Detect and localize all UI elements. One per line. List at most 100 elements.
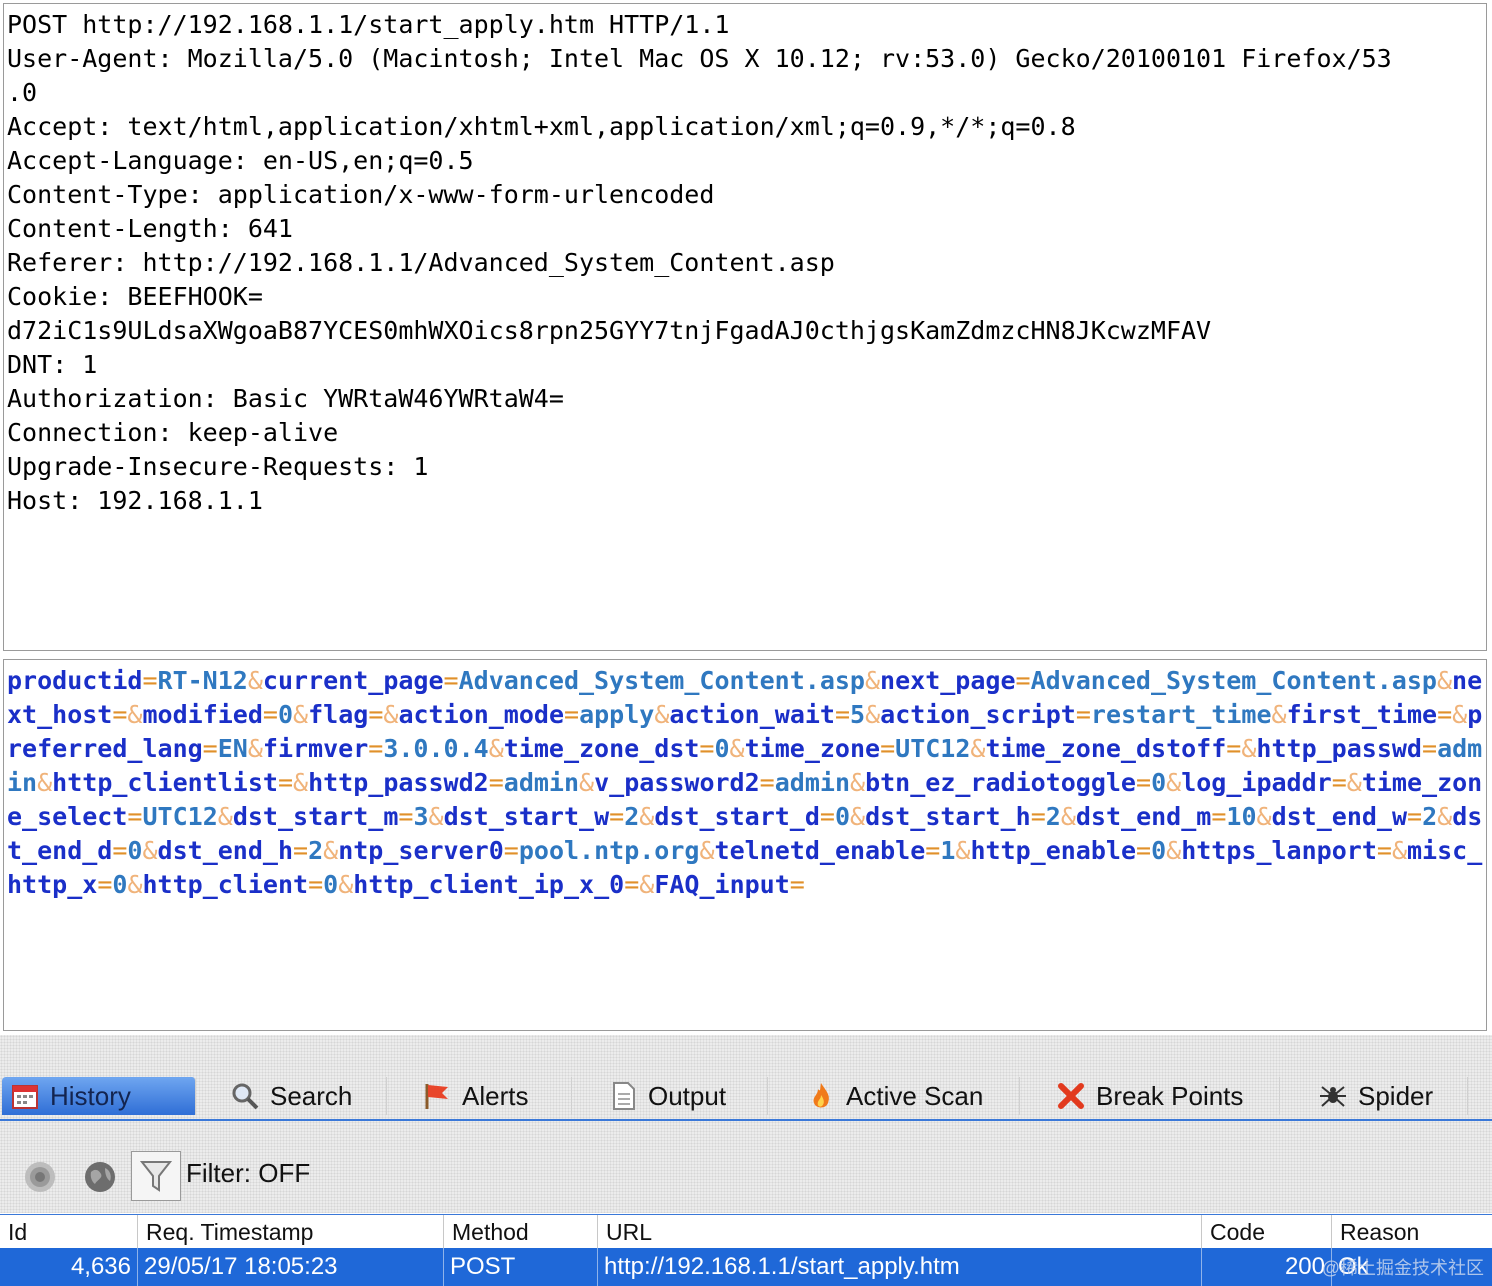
header-line: Content-Type: application/x-www-form-url… <box>7 180 715 209</box>
tab-spider[interactable]: Spider <box>1310 1077 1468 1115</box>
header-line: Upgrade-Insecure-Requests: 1 <box>7 452 429 481</box>
param-separator: & <box>488 734 504 763</box>
param-equals: = <box>1422 734 1438 763</box>
header-line: Connection: keep-alive <box>7 418 339 447</box>
header-line: Cookie: BEEFHOOK= <box>7 282 263 311</box>
param-separator: & <box>850 802 866 831</box>
request-body-pane[interactable]: productid=RT-N12&current_page=Advanced_S… <box>3 659 1487 1031</box>
param-key: dst_end_m <box>1075 802 1212 831</box>
param-equals: = <box>1136 836 1152 865</box>
param-value: 5 <box>850 700 866 729</box>
param-value: 2 <box>1045 802 1061 831</box>
param-value: EN <box>217 734 248 763</box>
param-value: 3 <box>413 802 429 831</box>
tab-search[interactable]: Search <box>222 1077 387 1115</box>
param-equals: = <box>142 666 158 695</box>
column-header-url[interactable]: URL <box>598 1215 1202 1249</box>
param-separator: & <box>864 666 881 695</box>
param-separator: & <box>970 734 986 763</box>
param-value: 0 <box>834 802 851 831</box>
param-equals: = <box>789 870 805 899</box>
param-equals: = <box>398 802 414 831</box>
param-value: 0 <box>1151 768 1167 797</box>
param-value: UTC12 <box>142 802 218 831</box>
tab-history[interactable]: History <box>2 1077 196 1115</box>
globe-icon[interactable] <box>83 1160 117 1194</box>
param-value: 0 <box>112 870 128 899</box>
param-key: dst_start_d <box>654 802 820 831</box>
param-equals: = <box>564 700 580 729</box>
tab-output[interactable]: Output <box>600 1077 768 1115</box>
param-equals: = <box>1030 802 1046 831</box>
param-value: apply <box>579 700 655 729</box>
param-value: Advanced_System_Content.asp <box>458 666 865 695</box>
tab-history-label: History <box>50 1080 131 1111</box>
param-value: 0 <box>1151 836 1167 865</box>
target-icon[interactable] <box>23 1160 57 1194</box>
param-equals: = <box>262 700 278 729</box>
param-equals: = <box>1331 768 1347 797</box>
param-equals: = <box>443 666 459 695</box>
param-key: next_page <box>880 666 1016 695</box>
param-equals: = <box>112 836 128 865</box>
param-key: current_page <box>262 666 444 695</box>
param-key: dst_start_w <box>443 802 610 831</box>
header-line: Referer: http://192.168.1.1/Advanced_Sys… <box>7 248 835 277</box>
column-header-code[interactable]: Code <box>1202 1215 1332 1249</box>
param-equals: = <box>624 870 640 899</box>
param-value: 10 <box>1226 802 1257 831</box>
param-key: http_passwd2 <box>308 768 489 797</box>
tab-active-scan-label: Active Scan <box>846 1080 984 1111</box>
param-equals: = <box>97 870 113 899</box>
param-key: time_zone_dst <box>503 734 700 763</box>
param-key: dst_end_h <box>157 836 294 865</box>
param-separator: & <box>1166 836 1182 865</box>
param-key: https_lanport <box>1181 836 1377 865</box>
tab-alerts[interactable]: Alerts <box>414 1077 572 1115</box>
param-equals: = <box>1376 836 1392 865</box>
param-key: http_client_ip_x_0 <box>353 870 625 899</box>
tab-break-points[interactable]: Break Points <box>1048 1077 1280 1115</box>
param-separator: & <box>579 768 595 797</box>
param-separator: & <box>323 836 339 865</box>
calendar-icon <box>10 1081 40 1111</box>
column-header-timestamp[interactable]: Req. Timestamp <box>138 1215 444 1249</box>
cell-method: POST <box>444 1248 598 1286</box>
param-equals: = <box>293 836 309 865</box>
tab-active-scan[interactable]: Active Scan <box>798 1077 1020 1115</box>
param-separator: & <box>1256 802 1272 831</box>
param-equals: = <box>503 836 519 865</box>
header-line: DNT: 1 <box>7 350 98 379</box>
cell-url: http://192.168.1.1/start_apply.htm <box>598 1248 1202 1286</box>
param-value: 0 <box>323 870 339 899</box>
column-header-id[interactable]: Id <box>0 1215 138 1249</box>
param-separator: & <box>217 802 233 831</box>
param-key: dst_start_m <box>232 802 399 831</box>
tab-alerts-label: Alerts <box>462 1080 529 1111</box>
param-separator: & <box>142 836 158 865</box>
param-separator: & <box>293 700 309 729</box>
table-row[interactable]: 4,636 29/05/17 18:05:23 POST http://192.… <box>0 1248 1492 1286</box>
param-equals: = <box>368 734 384 763</box>
param-key: http_enable <box>970 836 1137 865</box>
request-headers-pane[interactable]: POST http://192.168.1.1/start_apply.htm … <box>3 3 1487 651</box>
history-toolbar: Filter: OFF <box>0 1121 1492 1213</box>
param-key: firmver <box>262 734 369 763</box>
param-equals: = <box>202 734 218 763</box>
header-line: POST http://192.168.1.1/start_apply.htm … <box>7 10 730 39</box>
filter-button[interactable] <box>131 1151 181 1201</box>
param-value: 3.0.0.4 <box>383 734 489 763</box>
tab-break-points-label: Break Points <box>1096 1080 1244 1111</box>
param-equals: = <box>1437 700 1453 729</box>
param-equals: = <box>127 802 143 831</box>
column-header-method[interactable]: Method <box>444 1215 598 1249</box>
cell-id: 4,636 <box>0 1248 138 1286</box>
spider-icon <box>1318 1081 1348 1111</box>
column-header-reason[interactable]: Reason <box>1332 1215 1492 1249</box>
param-equals: = <box>368 700 384 729</box>
param-key: dst_end_w <box>1271 802 1408 831</box>
param-separator: & <box>654 700 670 729</box>
param-separator: & <box>1436 666 1453 695</box>
param-key: action_script <box>880 700 1076 729</box>
param-separator: & <box>37 768 53 797</box>
